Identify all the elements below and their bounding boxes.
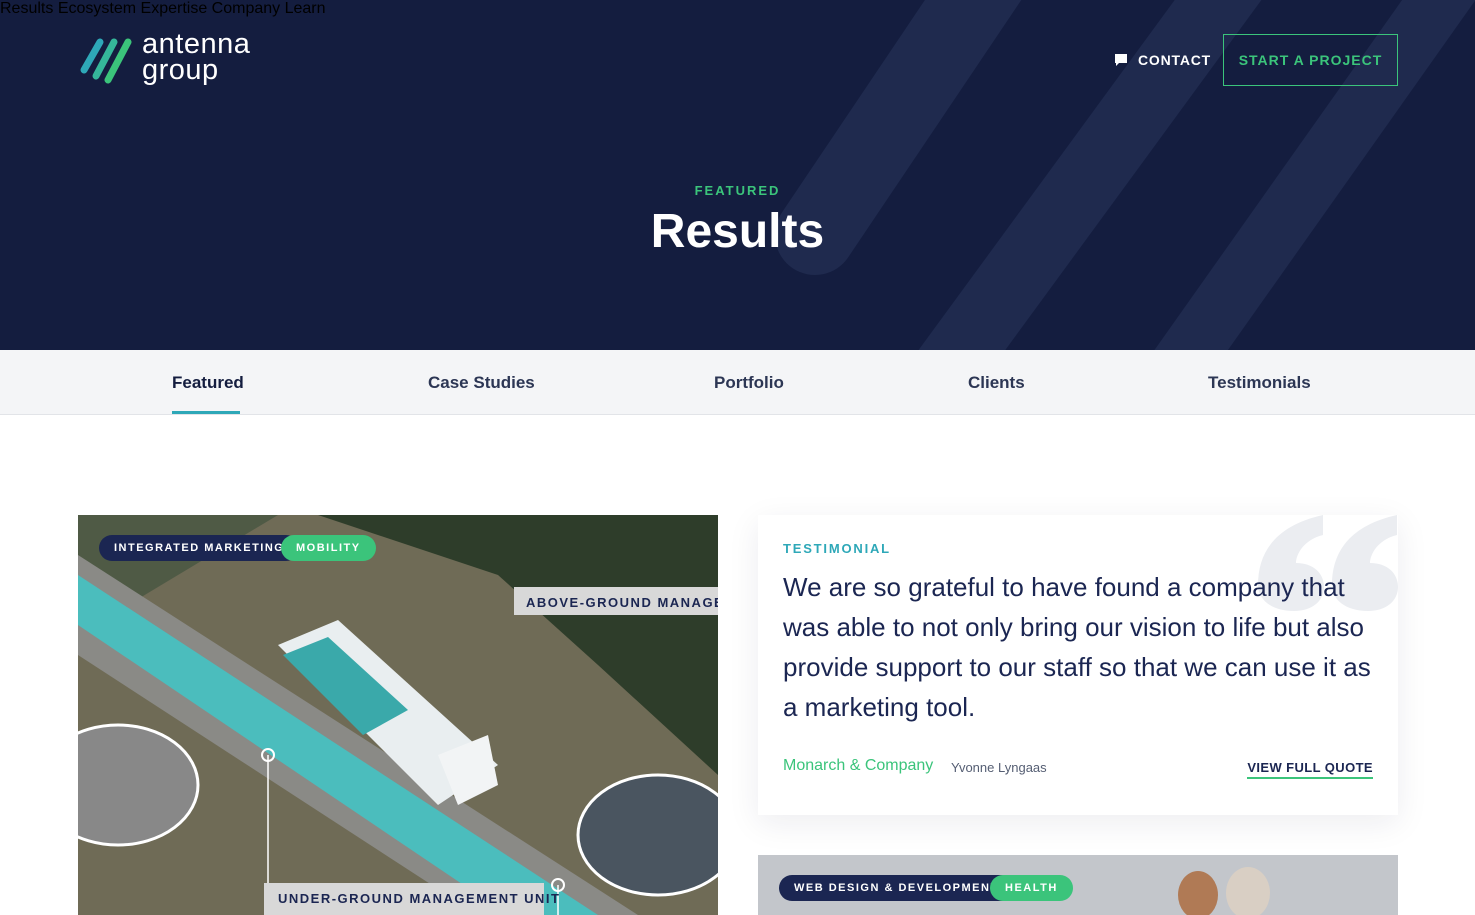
- testimonial-quote: We are so grateful to have found a compa…: [783, 572, 1371, 722]
- project-card-2[interactable]: WEB DESIGN & DEVELOPMENT HEALTH: [758, 855, 1398, 915]
- logo[interactable]: antenna group: [78, 28, 251, 86]
- testimonial-card: TESTIMONIAL We are so grateful to have f…: [758, 515, 1398, 815]
- start-project-button[interactable]: START A PROJECT: [1223, 34, 1398, 86]
- tab-case-studies[interactable]: Case Studies: [428, 373, 535, 393]
- logo-icon: [80, 38, 132, 84]
- chat-bubble-icon: [1115, 54, 1127, 66]
- tab-testimonials[interactable]: Testimonials: [1208, 373, 1311, 393]
- results-tabs: Featured Case Studies Portfolio Clients …: [0, 350, 1475, 415]
- contact-link[interactable]: CONTACT: [1114, 52, 1211, 68]
- active-tab-indicator: [172, 411, 240, 414]
- logo-wordmark: antenna group: [142, 28, 251, 86]
- tag-integrated-marketing[interactable]: INTEGRATED MARKETING: [99, 535, 300, 561]
- page-title: Results: [650, 205, 825, 258]
- image-label-under-ground: UNDER-GROUND MANAGEMENT UNIT: [278, 891, 561, 906]
- testimonial-eyebrow: TESTIMONIAL: [783, 541, 891, 556]
- tag-web-design[interactable]: WEB DESIGN & DEVELOPMENT: [779, 875, 1014, 901]
- tag-health[interactable]: HEALTH: [990, 875, 1073, 901]
- tag-mobility[interactable]: MOBILITY: [281, 535, 376, 561]
- tab-featured[interactable]: Featured: [172, 373, 244, 393]
- contact-label: CONTACT: [1138, 52, 1211, 68]
- tab-clients[interactable]: Clients: [968, 373, 1025, 393]
- truck-road-image: [78, 515, 718, 915]
- view-full-quote-link[interactable]: VIEW FULL QUOTE: [1247, 760, 1373, 779]
- hero-header: antenna group Results Ecosystem Expertis…: [0, 0, 1475, 350]
- testimonial-company: Monarch & Company: [783, 757, 934, 774]
- hero-eyebrow: FEATURED: [694, 183, 781, 198]
- tab-portfolio[interactable]: Portfolio: [714, 373, 784, 393]
- featured-project-card[interactable]: ABOVE-GROUND MANAGEM UNDER-GROUND MANAGE…: [78, 515, 718, 915]
- testimonial-person: Yvonne Lyngaas: [951, 760, 1047, 775]
- image-label-above-ground: ABOVE-GROUND MANAGEM: [526, 595, 718, 610]
